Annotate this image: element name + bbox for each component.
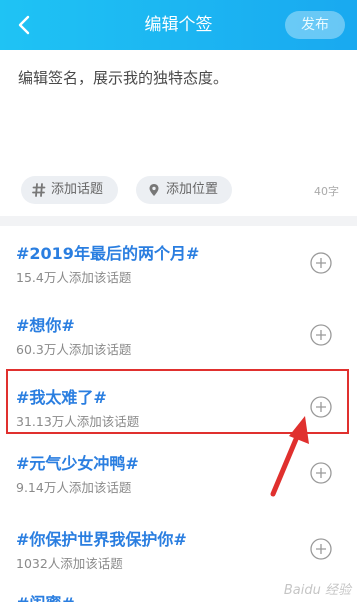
topic-name: #你保护世界我保护你# [16, 530, 187, 549]
header-bar: 编辑个签 发布 [0, 0, 357, 50]
add-location-label: 添加位置 [166, 182, 219, 197]
publish-button[interactable]: 发布 [285, 11, 345, 39]
add-location-button[interactable]: 添加位置 [136, 176, 232, 204]
signature-editor[interactable]: 编辑签名，展示我的独特态度。 添加话题 添加位置 40字 [0, 50, 357, 216]
topic-row[interactable]: #2019年最后的两个月# 15.4万人添加该话题 [0, 226, 357, 294]
hashtag-icon [32, 183, 46, 197]
topic-name: #元气少女冲鸭# [16, 454, 139, 473]
char-count: 40字 [314, 185, 339, 198]
add-topic-plus-icon[interactable] [310, 538, 332, 560]
topic-count: 1032人添加该话题 [16, 556, 123, 571]
signature-input[interactable]: 编辑签名，展示我的独特态度。 [18, 68, 339, 88]
add-topic-plus-icon[interactable] [310, 252, 332, 274]
add-topic-button[interactable]: 添加话题 [21, 176, 118, 204]
back-button[interactable] [12, 12, 38, 38]
section-divider [0, 216, 357, 226]
red-arrow-icon [270, 416, 309, 497]
add-topic-plus-icon[interactable] [310, 324, 332, 346]
topic-count: 60.3万人添加该话题 [16, 342, 132, 357]
topic-count: 31.13万人添加该话题 [16, 414, 140, 429]
topic-row[interactable]: #你保护世界我保护你# 1032人添加该话题 [0, 512, 357, 580]
add-topic-label: 添加话题 [51, 182, 104, 197]
topic-count: 15.4万人添加该话题 [16, 270, 132, 285]
topic-row[interactable]: #想你# 60.3万人添加该话题 [0, 298, 357, 366]
topic-name: #2019年最后的两个月# [16, 244, 200, 263]
topic-name: #闺蜜# [16, 590, 75, 602]
chevron-left-icon [18, 15, 30, 35]
location-pin-icon [149, 184, 159, 196]
topic-name: #想你# [16, 316, 75, 335]
watermark: Baidu 经验 [283, 583, 351, 598]
topic-count: 9.14万人添加该话题 [16, 480, 132, 495]
topic-name: #我太难了# [16, 388, 107, 407]
